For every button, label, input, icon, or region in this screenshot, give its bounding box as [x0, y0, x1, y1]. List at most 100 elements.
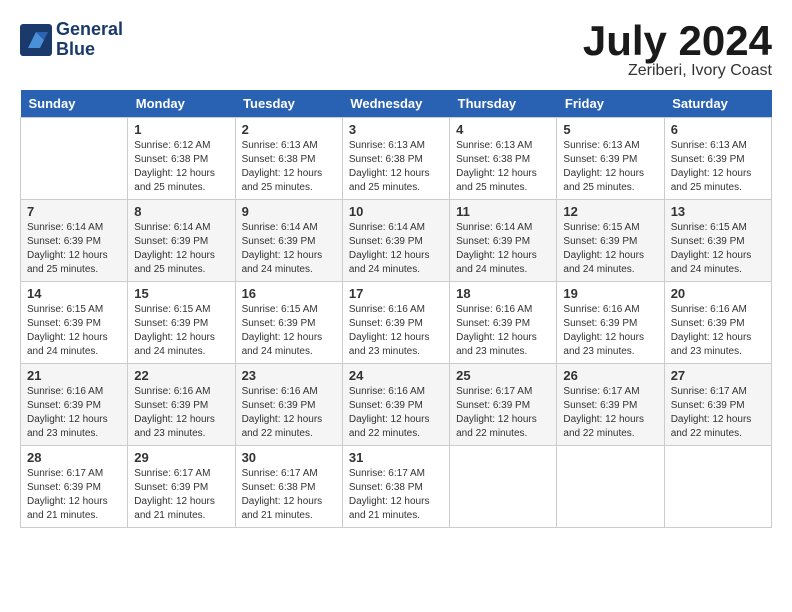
- calendar-cell: 8Sunrise: 6:14 AMSunset: 6:39 PMDaylight…: [128, 200, 235, 282]
- day-info: Sunrise: 6:13 AMSunset: 6:38 PMDaylight:…: [456, 139, 550, 195]
- calendar-cell: 31 Sunrise: 6:17 AMSunset: 6:38 PMDayligh…: [342, 446, 449, 528]
- day-number: 19: [563, 286, 657, 301]
- calendar-cell: 6 Sunrise: 6:13 AMSunset: 6:39 PMDaylight…: [664, 118, 771, 200]
- calendar-cell: 7 Sunrise: 6:14 AMSunset: 6:39 PMDaylight…: [21, 200, 128, 282]
- day-info: Sunrise: 6:13 AMSunset: 6:39 PMDaylight:…: [563, 139, 657, 195]
- day-info: Sunrise: 6:14 AMSunset: 6:39 PMDaylight:…: [242, 221, 336, 277]
- header-day-friday: Friday: [557, 90, 664, 118]
- calendar-week-row: 21 Sunrise: 6:16 AMSunset: 6:39 PMDayligh…: [21, 364, 772, 446]
- day-info: Sunrise: 6:14 AMSunset: 6:39 PMDaylight:…: [349, 221, 443, 277]
- calendar-week-row: 14 Sunrise: 6:15 AMSunset: 6:39 PMDayligh…: [21, 282, 772, 364]
- day-number: 16: [242, 286, 336, 301]
- day-number: 30: [242, 450, 336, 465]
- day-info: Sunrise: 6:17 AMSunset: 6:39 PMDaylight:…: [563, 385, 657, 441]
- calendar-cell: 26 Sunrise: 6:17 AMSunset: 6:39 PMDayligh…: [557, 364, 664, 446]
- calendar-cell: 19 Sunrise: 6:16 AMSunset: 6:39 PMDayligh…: [557, 282, 664, 364]
- calendar-cell: 22 Sunrise: 6:16 AMSunset: 6:39 PMDayligh…: [128, 364, 235, 446]
- header-day-wednesday: Wednesday: [342, 90, 449, 118]
- logo-text: General Blue: [56, 20, 123, 60]
- calendar-cell: 17Sunrise: 6:16 AMSunset: 6:39 PMDayligh…: [342, 282, 449, 364]
- calendar-week-row: 1 Sunrise: 6:12 AMSunset: 6:38 PMDaylight…: [21, 118, 772, 200]
- calendar-cell: 2 Sunrise: 6:13 AMSunset: 6:38 PMDaylight…: [235, 118, 342, 200]
- calendar-cell: 25Sunrise: 6:17 AMSunset: 6:39 PMDayligh…: [450, 364, 557, 446]
- calendar-cell: 21 Sunrise: 6:16 AMSunset: 6:39 PMDayligh…: [21, 364, 128, 446]
- calendar-cell: [557, 446, 664, 528]
- day-number: 15: [134, 286, 228, 301]
- day-number: 4: [456, 122, 550, 137]
- day-number: 9: [242, 204, 336, 219]
- calendar-cell: [450, 446, 557, 528]
- calendar-cell: 18 Sunrise: 6:16 AMSunset: 6:39 PMDayligh…: [450, 282, 557, 364]
- day-info: Sunrise: 6:14 AMSunset: 6:39 PMDaylight:…: [27, 221, 121, 277]
- day-info: Sunrise: 6:17 AMSunset: 6:39 PMDaylight:…: [134, 467, 228, 523]
- calendar-week-row: 28 Sunrise: 6:17 AMSunset: 6:39 PMDayligh…: [21, 446, 772, 528]
- calendar-cell: 5 Sunrise: 6:13 AMSunset: 6:39 PMDaylight…: [557, 118, 664, 200]
- calendar-cell: 9 Sunrise: 6:14 AMSunset: 6:39 PMDaylight…: [235, 200, 342, 282]
- calendar-cell: [664, 446, 771, 528]
- calendar-cell: 10 Sunrise: 6:14 AMSunset: 6:39 PMDayligh…: [342, 200, 449, 282]
- day-number: 21: [27, 368, 121, 383]
- day-info: Sunrise: 6:16 AMSunset: 6:39 PMDaylight:…: [242, 385, 336, 441]
- calendar-cell: [21, 118, 128, 200]
- day-info: Sunrise: 6:16 AMSunset: 6:39 PMDaylight:…: [456, 303, 550, 359]
- day-number: 6: [671, 122, 765, 137]
- day-number: 20: [671, 286, 765, 301]
- day-number: 5: [563, 122, 657, 137]
- day-info: Sunrise: 6:15 AMSunset: 6:39 PMDaylight:…: [27, 303, 121, 359]
- day-number: 7: [27, 204, 121, 219]
- month-title: July 2024: [583, 20, 772, 62]
- day-number: 23: [242, 368, 336, 383]
- logo-icon: [20, 24, 52, 56]
- header-day-tuesday: Tuesday: [235, 90, 342, 118]
- day-info: Sunrise: 6:14 AMSunset: 6:39 PMDaylight:…: [134, 221, 228, 277]
- calendar-table: SundayMondayTuesdayWednesdayThursdayFrid…: [20, 90, 772, 528]
- day-number: 3: [349, 122, 443, 137]
- calendar-cell: 27 Sunrise: 6:17 AMSunset: 6:39 PMDayligh…: [664, 364, 771, 446]
- day-info: Sunrise: 6:16 AMSunset: 6:39 PMDaylight:…: [27, 385, 121, 441]
- day-info: Sunrise: 6:15 AMSunset: 6:39 PMDaylight:…: [242, 303, 336, 359]
- day-number: 24: [349, 368, 443, 383]
- day-info: Sunrise: 6:16 AMSunset: 6:39 PMDaylight:…: [349, 385, 443, 441]
- day-number: 29: [134, 450, 228, 465]
- day-number: 28: [27, 450, 121, 465]
- day-info: Sunrise: 6:17 AMSunset: 6:39 PMDaylight:…: [671, 385, 765, 441]
- page-header: General Blue July 2024 Zeriberi, Ivory C…: [20, 20, 772, 80]
- calendar-cell: 3 Sunrise: 6:13 AMSunset: 6:38 PMDaylight…: [342, 118, 449, 200]
- day-info: Sunrise: 6:15 AMSunset: 6:39 PMDaylight:…: [671, 221, 765, 277]
- day-number: 14: [27, 286, 121, 301]
- day-info: Sunrise: 6:13 AMSunset: 6:38 PMDaylight:…: [349, 139, 443, 195]
- day-info: Sunrise: 6:16 AMSunset: 6:39 PMDaylight:…: [563, 303, 657, 359]
- header-day-thursday: Thursday: [450, 90, 557, 118]
- calendar-cell: 15 Sunrise: 6:15 AMSunset: 6:39 PMDayligh…: [128, 282, 235, 364]
- calendar-cell: 1 Sunrise: 6:12 AMSunset: 6:38 PMDaylight…: [128, 118, 235, 200]
- day-info: Sunrise: 6:15 AMSunset: 6:39 PMDaylight:…: [563, 221, 657, 277]
- day-info: Sunrise: 6:17 AMSunset: 6:38 PMDaylight:…: [242, 467, 336, 523]
- day-number: 31: [349, 450, 443, 465]
- day-number: 22: [134, 368, 228, 383]
- header-day-saturday: Saturday: [664, 90, 771, 118]
- title-block: July 2024 Zeriberi, Ivory Coast: [583, 20, 772, 80]
- day-info: Sunrise: 6:16 AMSunset: 6:39 PMDaylight:…: [134, 385, 228, 441]
- day-number: 10: [349, 204, 443, 219]
- location-title: Zeriberi, Ivory Coast: [583, 62, 772, 80]
- day-number: 27: [671, 368, 765, 383]
- day-info: Sunrise: 6:17 AMSunset: 6:38 PMDaylight:…: [349, 467, 443, 523]
- day-number: 1: [134, 122, 228, 137]
- day-info: Sunrise: 6:12 AMSunset: 6:38 PMDaylight:…: [134, 139, 228, 195]
- day-info: Sunrise: 6:13 AMSunset: 6:39 PMDaylight:…: [671, 139, 765, 195]
- day-number: 13: [671, 204, 765, 219]
- day-number: 11: [456, 204, 550, 219]
- day-info: Sunrise: 6:16 AMSunset: 6:39 PMDaylight:…: [671, 303, 765, 359]
- day-info: Sunrise: 6:16 AMSunset: 6:39 PMDaylight:…: [349, 303, 443, 359]
- day-info: Sunrise: 6:13 AMSunset: 6:38 PMDaylight:…: [242, 139, 336, 195]
- calendar-cell: 29 Sunrise: 6:17 AMSunset: 6:39 PMDayligh…: [128, 446, 235, 528]
- calendar-cell: 13 Sunrise: 6:15 AMSunset: 6:39 PMDayligh…: [664, 200, 771, 282]
- day-number: 18: [456, 286, 550, 301]
- day-info: Sunrise: 6:15 AMSunset: 6:39 PMDaylight:…: [134, 303, 228, 359]
- logo: General Blue: [20, 20, 123, 60]
- header-day-sunday: Sunday: [21, 90, 128, 118]
- calendar-cell: 11Sunrise: 6:14 AMSunset: 6:39 PMDayligh…: [450, 200, 557, 282]
- day-number: 2: [242, 122, 336, 137]
- day-number: 26: [563, 368, 657, 383]
- calendar-cell: 24 Sunrise: 6:16 AMSunset: 6:39 PMDayligh…: [342, 364, 449, 446]
